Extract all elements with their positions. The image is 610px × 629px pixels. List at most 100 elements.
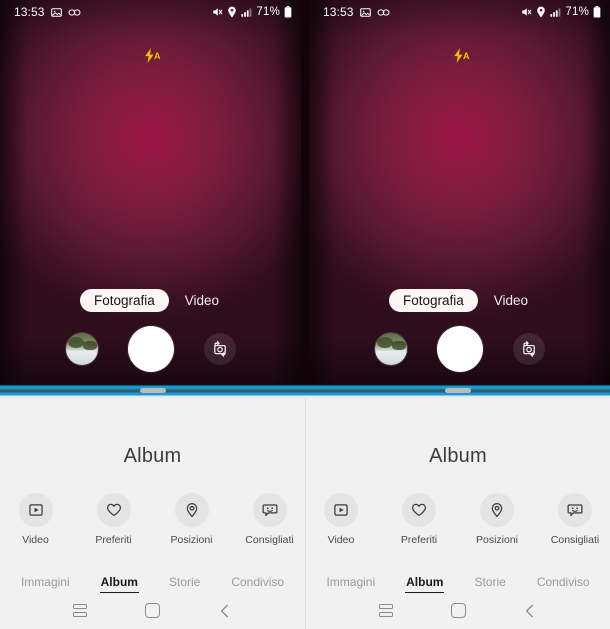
video-play-icon <box>18 493 53 527</box>
flash-auto-icon[interactable]: A <box>144 48 161 63</box>
camera-switch-icon[interactable] <box>203 333 236 366</box>
back-button[interactable] <box>208 594 242 628</box>
status-bar-right-group: 71% <box>211 6 292 18</box>
heart-icon <box>402 493 436 527</box>
status-bar-right: 13:53 71% <box>309 0 610 24</box>
android-navigation-bar-left <box>0 592 305 629</box>
flash-mode-label: A <box>154 50 161 61</box>
recents-button[interactable] <box>369 594 403 628</box>
home-icon <box>450 603 466 618</box>
gallery-tabs: Immagini Album Storie Condiviso <box>0 575 305 593</box>
split-screen-divider-right[interactable] <box>305 384 610 398</box>
camera-switch-icon[interactable] <box>512 333 545 366</box>
camera-controls-left: Fotografia Video <box>0 289 301 373</box>
shutter-row <box>0 326 301 373</box>
tab-album[interactable]: Album <box>99 575 140 593</box>
split-screen-divider-left[interactable] <box>0 384 305 398</box>
mute-icon <box>520 6 532 18</box>
tab-album[interactable]: Album <box>405 575 445 593</box>
recents-icon <box>73 604 88 617</box>
quick-action-label: Consigliati <box>245 534 294 546</box>
suggestion-bubble-icon <box>252 493 287 527</box>
home-button[interactable] <box>135 594 169 628</box>
quick-action-label: Video <box>22 534 49 546</box>
quick-action-consigliati[interactable]: Consigliati <box>242 493 298 546</box>
quick-action-label: Posizioni <box>170 534 213 546</box>
status-bar-left-group: 13:53 <box>14 5 81 19</box>
android-navigation-bar-right <box>306 592 610 629</box>
camera-viewfinder-left[interactable]: 13:53 71% A Fotografia Video <box>0 0 305 385</box>
quick-action-posizioni[interactable]: Posizioni <box>164 493 220 546</box>
camera-mode-video[interactable]: Video <box>183 290 221 311</box>
tab-immagini[interactable]: Immagini <box>21 575 70 592</box>
shutter-button[interactable] <box>436 326 483 373</box>
back-chevron-icon <box>525 604 533 617</box>
quick-actions-row: Video Preferiti Posizioni Consigliati <box>306 493 610 546</box>
signal-bars-icon <box>241 7 252 18</box>
shutter-row <box>309 326 610 373</box>
battery-icon <box>284 6 292 18</box>
quick-action-label: Preferiti <box>400 534 438 546</box>
quick-action-posizioni[interactable]: Posizioni <box>469 493 525 546</box>
back-chevron-icon <box>220 604 228 617</box>
quick-action-preferiti[interactable]: Preferiti <box>391 493 447 546</box>
flash-mode-label: A <box>463 50 470 61</box>
tab-immagini[interactable]: Immagini <box>326 575 375 592</box>
infinity-icon <box>377 8 390 17</box>
split-screen-handle[interactable] <box>444 388 471 394</box>
last-photo-thumbnail[interactable] <box>65 333 98 366</box>
camera-mode-switcher: Fotografia Video <box>79 289 221 313</box>
home-button[interactable] <box>441 594 475 628</box>
status-bar-left: 13:53 71% <box>0 0 301 24</box>
quick-action-label: Consigliati <box>550 534 600 546</box>
quick-action-consigliati[interactable]: Consigliati <box>547 493 603 546</box>
status-bar-left-group: 13:53 <box>323 5 390 19</box>
location-pin-icon <box>536 6 546 18</box>
status-bar-right-group: 71% <box>520 6 601 18</box>
home-icon <box>144 603 160 618</box>
battery-percent-label: 71% <box>256 6 280 18</box>
location-pin-icon <box>227 6 237 18</box>
panel-right: 13:53 71% A Fotografia Video Album Video… <box>305 0 610 629</box>
signal-bars-icon <box>550 7 561 18</box>
camera-mode-switcher: Fotografia Video <box>388 289 530 313</box>
back-button[interactable] <box>513 594 547 628</box>
tab-condiviso[interactable]: Condiviso <box>231 575 284 592</box>
image-icon <box>50 7 62 18</box>
split-screen-handle[interactable] <box>139 388 166 394</box>
recents-button[interactable] <box>63 594 97 628</box>
tab-storie[interactable]: Storie <box>474 575 505 592</box>
gallery-app-right: Album Video Preferiti Posizioni Consigli… <box>305 398 610 629</box>
camera-mode-video[interactable]: Video <box>492 290 530 311</box>
camera-mode-fotografia[interactable]: Fotografia <box>79 289 169 313</box>
quick-action-video[interactable]: Video <box>313 493 369 546</box>
heart-icon <box>96 493 131 527</box>
suggestion-bubble-icon <box>558 493 592 527</box>
quick-action-label: Posizioni <box>475 534 519 546</box>
battery-percent-label: 71% <box>565 6 589 18</box>
location-pin-icon <box>174 493 209 527</box>
quick-actions-row: Video Preferiti Posizioni Consigliati <box>0 493 305 546</box>
flash-auto-icon[interactable]: A <box>453 48 470 63</box>
image-icon <box>359 7 371 18</box>
quick-action-video[interactable]: Video <box>8 493 64 546</box>
mute-icon <box>211 6 223 18</box>
gallery-app-left: Album Video Preferiti Posizioni Consigli… <box>0 398 305 629</box>
status-time: 13:53 <box>323 5 354 19</box>
tab-condiviso[interactable]: Condiviso <box>537 575 590 592</box>
last-photo-thumbnail[interactable] <box>374 333 407 366</box>
location-pin-icon <box>480 493 514 527</box>
camera-viewfinder-right[interactable]: 13:53 71% A Fotografia Video <box>305 0 610 385</box>
battery-icon <box>593 6 601 18</box>
recents-icon <box>379 604 393 617</box>
tab-storie[interactable]: Storie <box>169 575 200 592</box>
shutter-button[interactable] <box>127 326 174 373</box>
infinity-icon <box>68 8 81 17</box>
panel-left: 13:53 71% A Fotografia Video Album Video… <box>0 0 305 629</box>
page-title: Album <box>123 445 182 467</box>
camera-mode-fotografia[interactable]: Fotografia <box>388 289 478 313</box>
quick-action-label: Video <box>327 534 355 546</box>
video-play-icon <box>324 493 358 527</box>
quick-action-preferiti[interactable]: Preferiti <box>86 493 142 546</box>
gallery-tabs: Immagini Album Storie Condiviso <box>306 575 610 593</box>
